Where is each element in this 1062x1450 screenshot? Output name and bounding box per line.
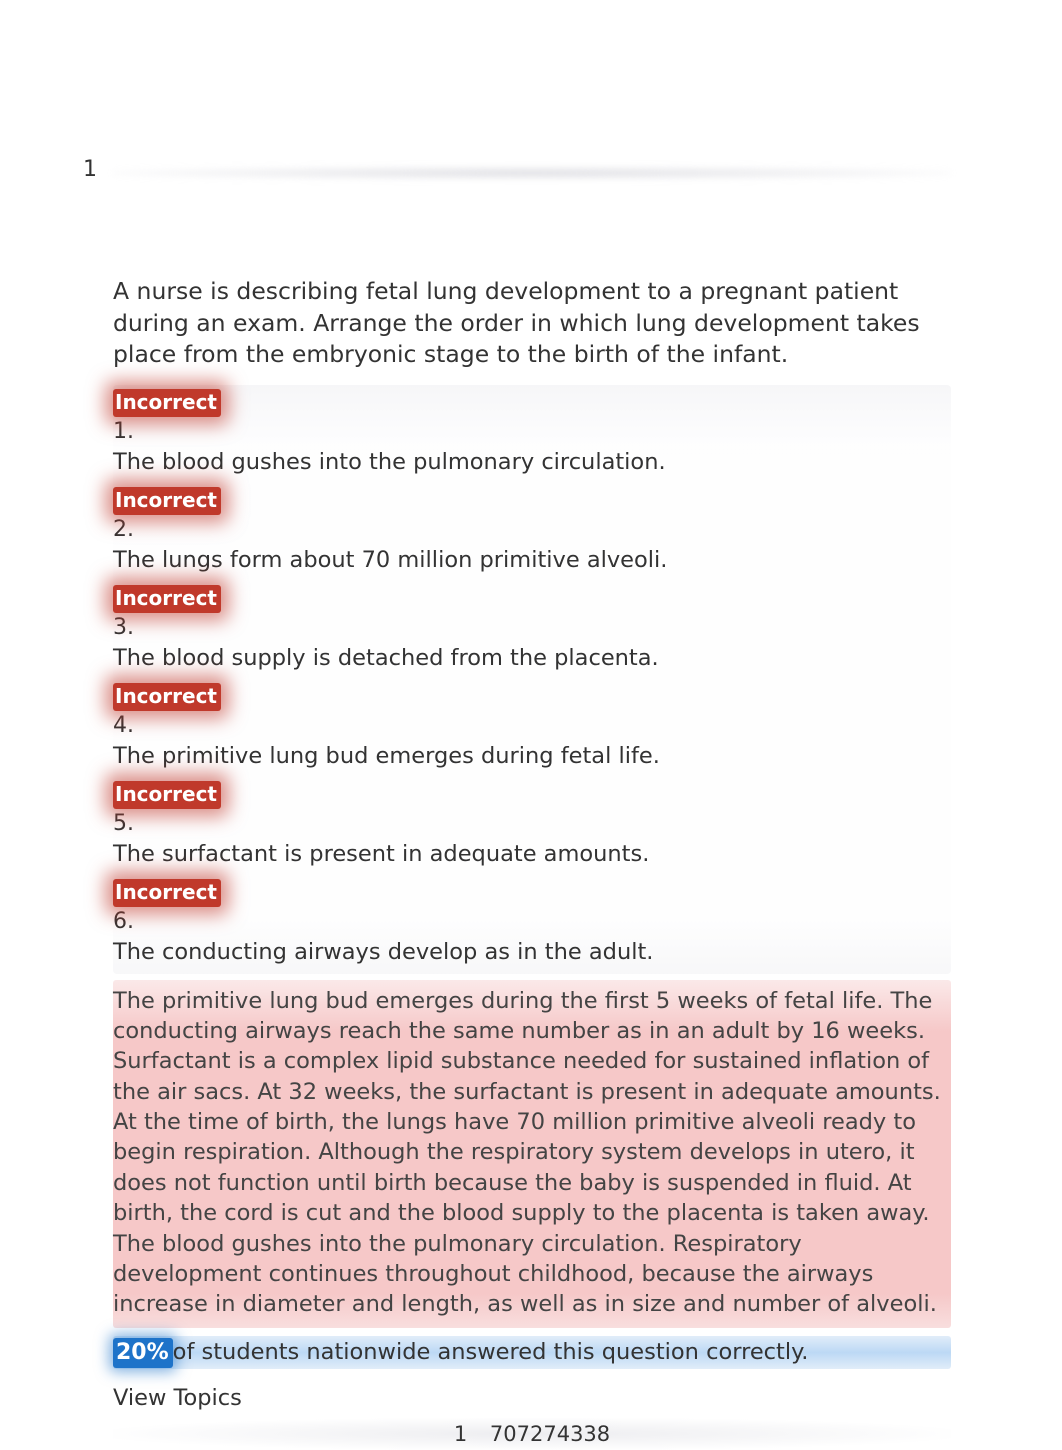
page-number-top: 1 <box>83 155 97 185</box>
document-content: A nurse is describing fetal lung develop… <box>113 276 951 1450</box>
answer-number: 3. <box>113 613 951 643</box>
answer-text: The primitive lung bud emerges during fe… <box>113 741 951 771</box>
status-badge: Incorrect <box>113 781 221 809</box>
answer-text: The conducting airways develop as in the… <box>113 937 951 967</box>
answers-block: Incorrect 1. The blood gushes into the p… <box>113 385 951 973</box>
status-badge: Incorrect <box>113 683 221 711</box>
status-badge: Incorrect <box>113 389 221 417</box>
answer-item: Incorrect 4. The primitive lung bud emer… <box>113 679 951 777</box>
percent-badge: 20% <box>113 1338 173 1369</box>
footer-row: 1 707274338 <box>113 1418 951 1450</box>
status-badge: Incorrect <box>113 879 221 907</box>
answer-number: 5. <box>113 809 951 839</box>
question-text: A nurse is describing fetal lung develop… <box>113 276 951 371</box>
answer-number: 1. <box>113 417 951 447</box>
answer-item: Incorrect 5. The surfactant is present i… <box>113 777 951 875</box>
view-topics-link[interactable]: View Topics <box>113 1383 951 1413</box>
answer-item: Incorrect 1. The blood gushes into the p… <box>113 385 951 483</box>
footer-page-num: 1 <box>454 1422 467 1446</box>
explanation-text: The primitive lung bud emerges during th… <box>113 980 951 1328</box>
answer-text: The blood supply is detached from the pl… <box>113 643 951 673</box>
answer-item: Incorrect 6. The conducting airways deve… <box>113 875 951 973</box>
answer-item: Incorrect 2. The lungs form about 70 mil… <box>113 483 951 581</box>
header-separator <box>113 166 951 180</box>
answer-number: 6. <box>113 907 951 937</box>
answer-number: 4. <box>113 711 951 741</box>
answer-number: 2. <box>113 515 951 545</box>
stats-text: of students nationwide answered this que… <box>173 1339 809 1365</box>
footer-id: 707274338 <box>490 1422 610 1446</box>
status-badge: Incorrect <box>113 487 221 515</box>
answer-text: The lungs form about 70 million primitiv… <box>113 545 951 575</box>
answer-text: The surfactant is present in adequate am… <box>113 839 951 869</box>
stats-row: 20%of students nationwide answered this … <box>113 1336 951 1370</box>
answer-item: Incorrect 3. The blood supply is detache… <box>113 581 951 679</box>
answer-text: The blood gushes into the pulmonary circ… <box>113 447 951 477</box>
status-badge: Incorrect <box>113 585 221 613</box>
